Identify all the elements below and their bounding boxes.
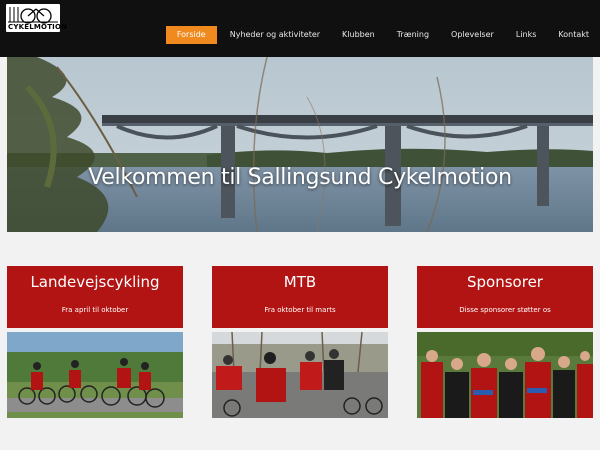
card-header[interactable]: Sponsorer Disse sponsorer støtter os (417, 266, 593, 328)
card-sponsorer[interactable]: Sponsorer Disse sponsorer støtter os (417, 266, 593, 418)
nav-klubben[interactable]: Klubben (331, 26, 386, 44)
hero-title: Velkommen til Sallingsund Cykelmotion (88, 165, 512, 190)
site-logo[interactable]: CYKELMOTION (6, 4, 67, 32)
nav-nyheder[interactable]: Nyheder og aktiviteter (219, 26, 331, 44)
logo-text: CYKELMOTION (8, 23, 68, 31)
main-nav: Forside Nyheder og aktiviteter Klubben T… (165, 26, 600, 44)
hero-image (7, 57, 593, 232)
card-header[interactable]: Landevejscykling Fra april til oktober (7, 266, 183, 328)
mtb-photo[interactable] (212, 332, 388, 418)
card-title: Sponsorer (467, 273, 543, 291)
top-bar: CYKELMOTION Forside Nyheder og aktivitet… (0, 0, 600, 57)
nav-kontakt[interactable]: Kontakt (547, 26, 600, 44)
nav-traening[interactable]: Træning (386, 26, 440, 44)
card-subtitle: Fra april til oktober (61, 306, 129, 314)
nav-oplevelser[interactable]: Oplevelser (440, 26, 505, 44)
hero-banner: Velkommen til Sallingsund Cykelmotion (7, 57, 593, 232)
card-subtitle: Fra oktober til marts (264, 306, 336, 314)
card-title: Landevejscykling (30, 273, 160, 291)
card-mtb[interactable]: MTB Fra oktober til marts (212, 266, 388, 418)
card-landevejscykling[interactable]: Landevejscykling Fra april til oktober (7, 266, 183, 418)
card-subtitle: Disse sponsorer støtter os (459, 306, 551, 314)
nav-links[interactable]: Links (505, 26, 548, 44)
card-header[interactable]: MTB Fra oktober til marts (212, 266, 388, 328)
sponsors-photo[interactable] (417, 332, 593, 418)
card-title: MTB (283, 273, 317, 291)
nav-forside[interactable]: Forside (165, 26, 217, 44)
road-cycling-photo[interactable] (7, 332, 183, 418)
